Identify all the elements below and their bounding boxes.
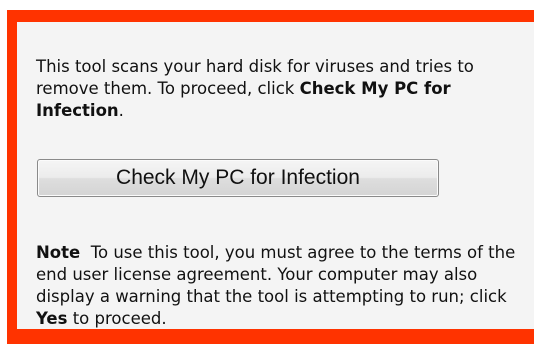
check-my-pc-button[interactable]: Check My PC for Infection: [37, 159, 439, 197]
note-heading: Note: [36, 243, 81, 262]
intro-text: This tool scans your hard disk for virus…: [36, 56, 526, 122]
content-panel: This tool scans your hard disk for virus…: [17, 22, 534, 329]
orange-border-frame: This tool scans your hard disk for virus…: [7, 10, 534, 344]
intro-period: .: [118, 101, 124, 120]
note-description: To use this tool, you must agree to the …: [36, 243, 521, 306]
note-yes-label: Yes: [36, 309, 68, 328]
note-end: to proceed.: [67, 309, 167, 328]
note-text: Note To use this tool, you must agree to…: [36, 242, 526, 330]
